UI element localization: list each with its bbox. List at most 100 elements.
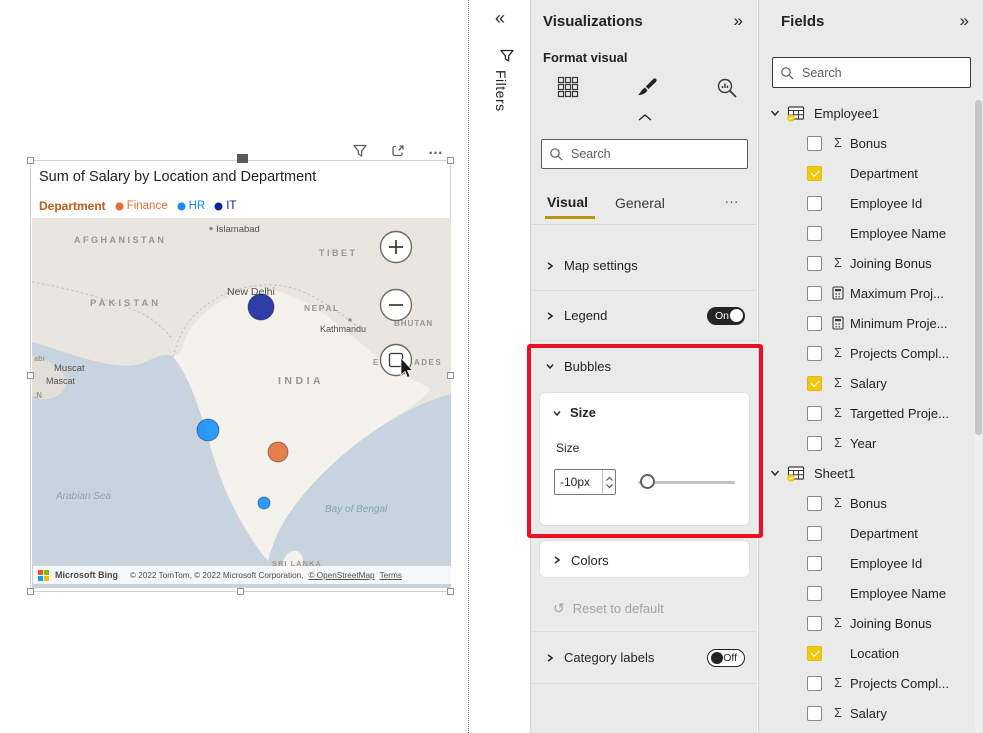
selection-handle[interactable] <box>27 372 34 379</box>
field-row[interactable]: Maximum Proj... <box>759 278 983 308</box>
size-slider-thumb[interactable] <box>640 474 655 489</box>
field-checkbox[interactable] <box>807 165 822 181</box>
more-options-icon[interactable]: … <box>428 142 443 157</box>
field-row[interactable]: Σ Bonus <box>759 128 983 158</box>
selection-handle[interactable] <box>447 157 454 164</box>
report-canvas[interactable]: … Sum of Salary by Location and Departme… <box>0 0 469 733</box>
field-row[interactable]: Σ Salary <box>759 368 983 398</box>
size-value-input[interactable] <box>554 469 616 495</box>
data-bubble-hr-south[interactable] <box>257 496 271 510</box>
field-row[interactable]: Σ Salary <box>759 698 983 728</box>
map-area[interactable]: AFGHANISTAN PAKISTAN TIBET NEPAL BHUTAN … <box>32 218 451 588</box>
field-checkbox[interactable] <box>807 495 822 511</box>
spinner-up-icon[interactable] <box>605 476 614 482</box>
category-labels-toggle[interactable]: Off <box>707 648 745 667</box>
field-row[interactable]: Employee Id <box>759 188 983 218</box>
field-checkbox[interactable] <box>807 135 822 151</box>
field-row[interactable]: Σ Projects Compl... <box>759 338 983 368</box>
field-row[interactable]: Employee Name <box>759 218 983 248</box>
field-row[interactable]: Department <box>759 158 983 188</box>
selection-handle[interactable] <box>447 372 454 379</box>
field-row[interactable]: Minimum Proje... <box>759 308 983 338</box>
expand-pane-icon[interactable]: » <box>960 11 969 31</box>
field-row[interactable]: Σ Joining Bonus <box>759 608 983 638</box>
field-checkbox[interactable] <box>807 675 822 691</box>
expand-pane-icon[interactable]: » <box>734 11 743 31</box>
fields-scrollbar-thumb[interactable] <box>975 100 982 435</box>
section-legend[interactable]: Legend On <box>531 291 757 341</box>
tab-general[interactable]: General <box>615 195 665 211</box>
legend-toggle[interactable]: On <box>707 306 745 325</box>
focus-mode-icon[interactable] <box>390 143 406 158</box>
field-checkbox[interactable] <box>807 285 822 301</box>
data-bubble-it-delhi[interactable] <box>247 293 275 321</box>
analytics-icon[interactable] <box>715 76 739 105</box>
field-checkbox[interactable] <box>807 195 822 211</box>
fields-search[interactable] <box>772 57 971 88</box>
field-checkbox[interactable] <box>807 585 822 601</box>
legend-item-it[interactable]: IT <box>214 200 236 212</box>
filters-funnel-icon[interactable] <box>499 48 515 68</box>
field-checkbox[interactable] <box>807 645 822 661</box>
selection-handle[interactable] <box>27 588 34 595</box>
field-checkbox[interactable] <box>807 615 822 631</box>
field-checkbox[interactable] <box>807 225 822 241</box>
map-zoom-out-control[interactable] <box>379 288 413 322</box>
format-search[interactable] <box>541 139 748 169</box>
selection-handle[interactable] <box>27 157 34 164</box>
visualizations-pane-title: Visualizations <box>543 13 643 30</box>
size-value-field[interactable] <box>555 474 602 490</box>
filters-pane-tab[interactable]: Filters <box>493 70 509 112</box>
data-bubble-finance-central[interactable] <box>267 441 289 463</box>
data-bubble-hr-west[interactable] <box>196 418 220 442</box>
fields-search-input[interactable] <box>800 64 963 81</box>
field-row[interactable]: Σ Targetted Proje... <box>759 398 983 428</box>
format-search-input[interactable] <box>569 146 740 162</box>
field-checkbox[interactable] <box>807 345 822 361</box>
chevron-down-icon[interactable] <box>769 468 781 478</box>
field-row[interactable]: Σ Year <box>759 428 983 458</box>
legend-item-hr[interactable]: HR <box>177 200 205 212</box>
legend-item-finance[interactable]: Finance <box>115 200 168 212</box>
size-spinner[interactable] <box>602 470 615 494</box>
reset-to-default-button[interactable]: ↺ Reset to default <box>531 586 757 632</box>
section-map-settings[interactable]: Map settings <box>531 241 757 291</box>
chevron-down-icon[interactable] <box>769 108 781 118</box>
section-category-labels[interactable]: Category labels Off <box>531 632 757 684</box>
tabs-more-icon[interactable]: … <box>724 190 739 207</box>
map-visual[interactable]: Sum of Salary by Location and Department… <box>30 160 451 592</box>
field-checkbox[interactable] <box>807 705 822 721</box>
table-row-sheet1[interactable]: Sheet1 <box>759 458 983 488</box>
field-row[interactable]: Σ Projects Compl... <box>759 668 983 698</box>
spinner-down-icon[interactable] <box>605 483 614 489</box>
build-visual-icon[interactable] <box>557 76 579 103</box>
field-checkbox[interactable] <box>807 525 822 541</box>
selection-handle[interactable] <box>237 588 244 595</box>
size-group-header[interactable]: Size <box>552 405 596 420</box>
field-row[interactable]: Σ Joining Bonus <box>759 248 983 278</box>
field-checkbox[interactable] <box>807 555 822 571</box>
table-row-employee1[interactable]: Employee1 <box>759 98 983 128</box>
map-zoom-in-control[interactable] <box>379 230 413 264</box>
osm-link[interactable]: © OpenStreetMap <box>308 571 374 580</box>
field-row[interactable]: Σ Bonus <box>759 488 983 518</box>
field-row[interactable]: Department <box>759 518 983 548</box>
format-visual-icon[interactable] <box>635 76 659 103</box>
terms-link[interactable]: Terms <box>380 571 402 580</box>
field-checkbox[interactable] <box>807 435 822 451</box>
field-checkbox[interactable] <box>807 405 822 421</box>
field-checkbox[interactable] <box>807 375 822 391</box>
field-row[interactable]: Location <box>759 638 983 668</box>
bing-map[interactable]: AFGHANISTAN PAKISTAN TIBET NEPAL BHUTAN … <box>32 218 451 588</box>
field-checkbox[interactable] <box>807 255 822 271</box>
collapse-pane-icon[interactable]: « <box>495 8 505 29</box>
filter-icon[interactable] <box>352 143 368 158</box>
tab-visual[interactable]: Visual <box>547 194 588 210</box>
section-bubbles[interactable]: Bubbles <box>531 341 757 391</box>
colors-group-header[interactable]: Colors <box>552 541 609 579</box>
selection-handle[interactable] <box>237 154 248 163</box>
field-checkbox[interactable] <box>807 315 822 331</box>
selection-handle[interactable] <box>447 588 454 595</box>
field-row[interactable]: Employee Id <box>759 548 983 578</box>
field-row[interactable]: Employee Name <box>759 578 983 608</box>
